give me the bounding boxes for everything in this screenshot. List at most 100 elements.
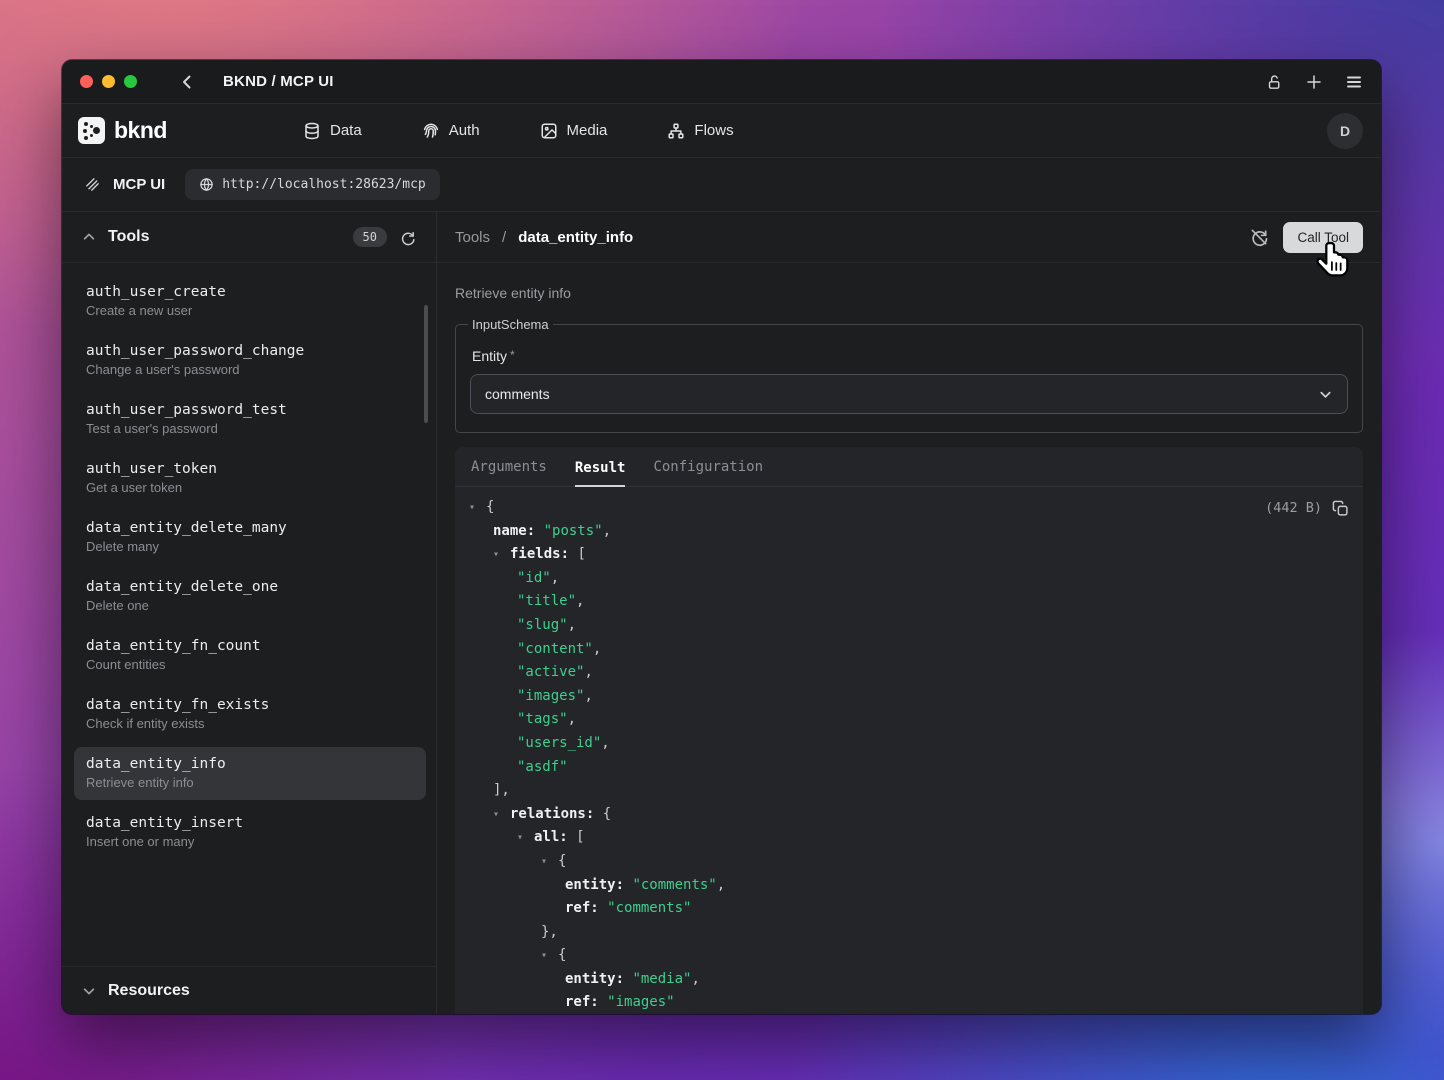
mcp-page-title: MCP UI [113, 176, 165, 193]
tool-name: data_entity_info [86, 756, 414, 772]
tool-name: auth_user_create [86, 284, 414, 300]
tool-name: data_entity_delete_one [86, 579, 414, 595]
nav-item-data[interactable]: Data [303, 122, 362, 140]
entity-select[interactable]: comments [470, 374, 1348, 414]
chevron-down-icon [1318, 387, 1333, 402]
json-line: "asdf" [469, 756, 1347, 780]
breadcrumb-section[interactable]: Tools [455, 229, 490, 246]
new-tab-icon[interactable] [1305, 73, 1323, 91]
brand[interactable]: bknd [78, 117, 248, 144]
collapse-caret-icon[interactable]: ▾ [541, 944, 558, 968]
main-body: Retrieve entity info InputSchema Entity*… [437, 263, 1381, 1014]
tool-description: Delete one [86, 598, 414, 613]
json-line: }, [469, 921, 1347, 945]
mcp-url[interactable]: http://localhost:28623/mcp [185, 169, 440, 200]
zoom-window-button[interactable] [124, 75, 137, 88]
tab-result[interactable]: Result [575, 460, 626, 487]
json-line: entity: "comments", [469, 874, 1347, 898]
tool-list-item[interactable]: auth_user_password_testTest a user's pas… [74, 393, 426, 446]
tab-arguments[interactable]: Arguments [471, 459, 547, 486]
resources-section-header[interactable]: Resources [62, 966, 436, 1014]
tool-list-item[interactable]: data_entity_fn_existsCheck if entity exi… [74, 688, 426, 741]
json-line: "images", [469, 685, 1347, 709]
tool-list-item[interactable]: data_entity_info Retrieve entity info [74, 747, 426, 800]
main-panel: Tools / data_entity_info Call Tool Retri… [437, 212, 1381, 1014]
breadcrumb-separator: / [502, 229, 506, 246]
tool-list-item[interactable]: auth_user_password_changeChange a user's… [74, 334, 426, 387]
nav-item-flows[interactable]: Flows [667, 122, 733, 140]
workflow-icon [667, 122, 685, 140]
tools-header-label: Tools [108, 228, 149, 246]
tool-name: data_entity_delete_many [86, 520, 414, 536]
collapse-caret-icon[interactable]: ▾ [517, 826, 534, 850]
tools-count-badge: 50 [353, 227, 387, 247]
tool-description: Retrieve entity info [86, 775, 414, 790]
sidebar-scrollbar[interactable] [424, 305, 428, 423]
tool-name: data_entity_insert [86, 815, 414, 831]
tab-configuration[interactable]: Configuration [653, 459, 763, 486]
traffic-lights [80, 75, 137, 88]
json-line: name: "posts", [469, 520, 1347, 544]
main-header: Tools / data_entity_info Call Tool [437, 212, 1381, 263]
user-avatar[interactable]: D [1327, 113, 1363, 149]
bknd-logo-icon [78, 117, 105, 144]
nav-item-auth[interactable]: Auth [422, 122, 480, 140]
result-size-label: (442 B) [1265, 497, 1322, 521]
tool-description: Retrieve entity info [455, 285, 1363, 301]
tool-description: Insert one or many [86, 834, 414, 849]
json-line: "tags", [469, 708, 1347, 732]
required-mark: * [510, 348, 515, 362]
back-icon[interactable] [179, 74, 195, 90]
stack-icon [84, 176, 101, 193]
refresh-icon[interactable] [399, 229, 416, 246]
sidebar: Tools 50 auth_user_createCreate a new us… [62, 212, 437, 1014]
nav-item-media[interactable]: Media [540, 122, 608, 140]
json-line: ▾relations: { [469, 803, 1347, 827]
chevron-up-icon [82, 230, 96, 244]
tool-name: data_entity_fn_count [86, 638, 414, 654]
menu-icon[interactable] [1345, 73, 1363, 91]
json-line: "title", [469, 590, 1347, 614]
json-line: "users_id", [469, 732, 1347, 756]
json-line: "content", [469, 638, 1347, 662]
copy-icon[interactable] [1332, 500, 1349, 517]
nav-item-label: Data [330, 122, 362, 139]
close-window-button[interactable] [80, 75, 93, 88]
json-line: ▾fields: [ [469, 543, 1347, 567]
tool-list-item[interactable]: auth_user_tokenGet a user token [74, 452, 426, 505]
tool-description: Count entities [86, 657, 414, 672]
image-icon [540, 122, 558, 140]
minimize-window-button[interactable] [102, 75, 115, 88]
collapse-caret-icon[interactable]: ▾ [541, 850, 558, 874]
content: Tools 50 auth_user_createCreate a new us… [62, 212, 1381, 1014]
call-tool-button[interactable]: Call Tool [1283, 222, 1363, 253]
lock-icon[interactable] [1266, 74, 1283, 91]
app-window: BKND / MCP UI bknd [62, 60, 1381, 1014]
tool-name: auth_user_token [86, 461, 414, 477]
input-schema-fieldset: InputSchema Entity* comments [455, 317, 1363, 433]
tool-list-item[interactable]: data_entity_delete_one Delete one [74, 570, 426, 623]
tool-list-item[interactable]: data_entity_fn_count Count entities [74, 629, 426, 682]
fingerprint-icon [422, 122, 440, 140]
nav-items: Data Auth Media Flows [303, 122, 734, 140]
json-line: "active", [469, 661, 1347, 685]
tool-list-item[interactable]: data_entity_delete_many Delete many [74, 511, 426, 564]
brand-name: bknd [114, 117, 167, 144]
entity-field-label: Entity* [472, 348, 1348, 364]
auto-call-off-icon[interactable] [1249, 227, 1269, 247]
collapse-caret-icon[interactable]: ▾ [493, 803, 510, 827]
collapse-caret-icon[interactable]: ▾ [469, 496, 486, 520]
tool-name: data_entity_fn_exists [86, 697, 414, 713]
json-line: ▾{ [469, 944, 1347, 968]
navbar: bknd Data Auth Media [62, 104, 1381, 158]
collapse-caret-icon[interactable]: ▾ [493, 543, 510, 567]
database-icon [303, 122, 321, 140]
tool-description: Delete many [86, 539, 414, 554]
tool-list-item[interactable]: auth_user_createCreate a new user [74, 275, 426, 328]
json-line: ref: "images" [469, 991, 1347, 1014]
tool-list-item[interactable]: data_entity_insert Insert one or many [74, 806, 426, 859]
mcp-url-text: http://localhost:28623/mcp [222, 177, 426, 192]
tool-description: Test a user's password [86, 421, 414, 436]
tools-section-header[interactable]: Tools 50 [62, 212, 436, 263]
result-tabs: Arguments Result Configuration [455, 447, 1363, 487]
